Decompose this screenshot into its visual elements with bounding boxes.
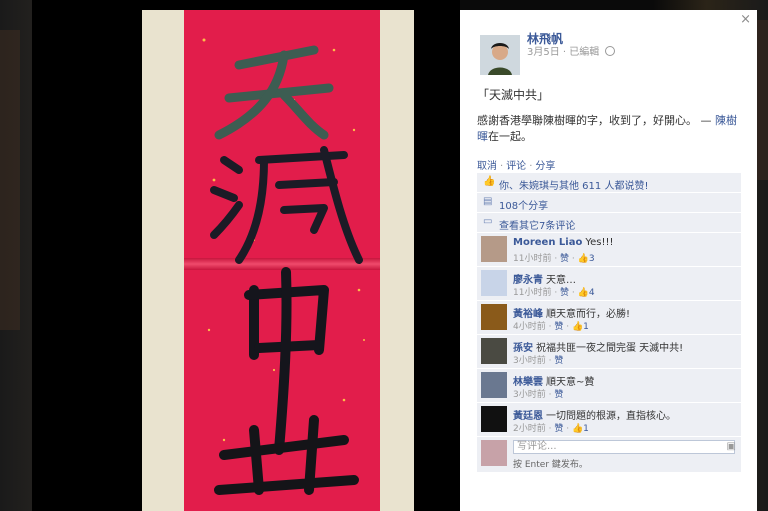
view-more-row: ▭ 查看其它7条评论 (477, 213, 741, 233)
thumbs-up-icon: 👍 (571, 322, 584, 332)
post-info-panel: × 林飛帆 3月5日 · 已編輯 「天滅中共」 感謝香港學聯陳樹暉的字，收到了，… (460, 10, 757, 511)
comment-time[interactable]: 4小时前 (513, 322, 546, 332)
comment-row: 孫安 祝福共匪一夜之間完蛋 天滅中共! 3小时前 · 赞 (477, 335, 741, 369)
post-actions: 取消 · 评论 · 分享 (477, 157, 555, 172)
close-icon[interactable]: × (740, 12, 751, 27)
avatar[interactable] (481, 304, 507, 330)
enter-hint: 按 Enter 鍵发布。 (513, 460, 588, 470)
backdrop-strip (0, 30, 20, 330)
like-count[interactable]: 1 (583, 322, 589, 332)
meta-separator: · (551, 254, 561, 264)
like-count[interactable]: 1 (583, 424, 589, 434)
photo (142, 10, 414, 511)
meta-separator: · (569, 288, 578, 298)
meta-separator: · (551, 288, 561, 298)
comment-meta: 11小时前 · 赞 · 👍3 (513, 251, 595, 264)
unlike-link[interactable]: 取消 (477, 161, 497, 172)
post-body-dash: — (697, 114, 715, 127)
comment-bubble-icon: ▭ (483, 216, 493, 227)
like-link[interactable]: 赞 (554, 424, 563, 434)
post-date[interactable]: 3月5日 (527, 47, 560, 58)
comment-time[interactable]: 3小时前 (513, 356, 546, 366)
post-title: 「天滅中共」 (477, 88, 550, 102)
action-separator: · (500, 161, 504, 172)
post-body-tail: 在一起。 (488, 130, 532, 143)
comment-line: 廖永青 天意… (513, 271, 576, 286)
comment-text: Yes!!! (585, 237, 614, 248)
comment-time[interactable]: 11小时前 (513, 254, 551, 264)
avatar[interactable] (481, 236, 507, 262)
avatar[interactable] (481, 270, 507, 296)
comment-time[interactable]: 2小时前 (513, 424, 546, 434)
thumbs-up-icon: 👍 (577, 254, 589, 264)
like-count[interactable]: 3 (589, 254, 595, 264)
edited-label[interactable]: 已編輯 (569, 47, 599, 58)
comment-meta: 11小时前 · 赞 · 👍4 (513, 285, 595, 298)
post-body-text: 感謝香港學聯陳樹暉的字，收到了，好開心。 (477, 114, 697, 127)
globe-icon (605, 46, 616, 56)
meta-separator: · (563, 322, 572, 332)
view-more-comments[interactable]: 查看其它7条评论 (499, 217, 575, 232)
comment-line: 黃廷恩 一切問題的根源，直指核心。 (513, 407, 676, 422)
comment-author[interactable]: Moreen Liao (513, 237, 582, 248)
thumbs-up-icon: 👍 (483, 176, 496, 187)
comment-line: Moreen Liao Yes!!! (513, 237, 614, 248)
comment-row: 黃廷恩 一切問題的根源，直指核心。 2小时前 · 赞 · 👍1 (477, 403, 741, 437)
avatar[interactable] (481, 372, 507, 398)
comment-line: 林樂雲 順天意~贊 (513, 373, 594, 388)
comment-input[interactable]: 写评论... (513, 440, 735, 454)
comment-row: 林樂雲 順天意~贊 3小时前 · 赞 (477, 369, 741, 403)
comment-time[interactable]: 3小时前 (513, 390, 546, 400)
comment-row: Moreen Liao Yes!!! 11小时前 · 赞 · 👍3 (477, 233, 741, 267)
likes-summary[interactable]: 你、朱婉琪与其他 611 人都说赞! (499, 177, 648, 192)
reply-box: 写评论... ▣ 按 Enter 鍵发布。 (477, 437, 741, 472)
comment-meta: 3小时前 · 赞 (513, 353, 563, 366)
comment-meta: 2小时前 · 赞 · 👍1 (513, 421, 589, 434)
comment-link[interactable]: 评论 (506, 161, 526, 172)
comment-row: 黃裕峰 順天意而行，必勝! 4小时前 · 赞 · 👍1 (477, 301, 741, 335)
camera-icon[interactable]: ▣ (727, 441, 736, 452)
like-link[interactable]: 赞 (554, 390, 563, 400)
calligraphy-strokes (202, 38, 365, 495)
avatar (481, 440, 507, 466)
avatar[interactable] (481, 338, 507, 364)
thumbs-up-icon: 👍 (571, 424, 584, 434)
like-link[interactable]: 赞 (554, 322, 563, 332)
share-link[interactable]: 分享 (535, 161, 555, 172)
shares-count[interactable]: 108个分享 (499, 197, 548, 212)
comment-list: Moreen Liao Yes!!! 11小时前 · 赞 · 👍3 廖永青 天意… 11小… (477, 233, 741, 437)
avatar[interactable] (480, 35, 520, 75)
comment-row: 廖永青 天意… 11小时前 · 赞 · 👍4 (477, 267, 741, 301)
comment-meta: 3小时前 · 赞 (513, 387, 563, 400)
comment-meta: 4小时前 · 赞 · 👍1 (513, 319, 589, 332)
comment-line: 孫安 祝福共匪一夜之間完蛋 天滅中共! (513, 339, 683, 354)
comment-time[interactable]: 11小时前 (513, 288, 551, 298)
post-body: 感謝香港學聯陳樹暉的字，收到了，好開心。 — 陳樹暉在一起。 (477, 113, 739, 145)
person-icon (480, 35, 520, 75)
thumbs-up-icon: 👍 (577, 288, 589, 298)
share-icon: ▤ (483, 196, 493, 207)
like-link[interactable]: 赞 (554, 356, 563, 366)
meta-separator: · (563, 424, 572, 434)
shares-row: ▤ 108个分享 (477, 193, 741, 213)
photo-viewer[interactable] (32, 0, 460, 511)
post-meta: 3月5日 · 已編輯 (527, 43, 616, 58)
like-link[interactable]: 赞 (560, 288, 569, 298)
like-count[interactable]: 4 (589, 288, 595, 298)
comment-line: 黃裕峰 順天意而行，必勝! (513, 305, 630, 320)
meta-separator: · (569, 254, 578, 264)
likes-row: 👍 你、朱婉琪与其他 611 人都说赞! (477, 173, 741, 193)
feedback-box: 👍 你、朱婉琪与其他 611 人都说赞! ▤ 108个分享 ▭ 查看其它7条评论… (477, 173, 741, 472)
like-link[interactable]: 赞 (560, 254, 569, 264)
action-separator: · (529, 161, 533, 172)
avatar[interactable] (481, 406, 507, 432)
